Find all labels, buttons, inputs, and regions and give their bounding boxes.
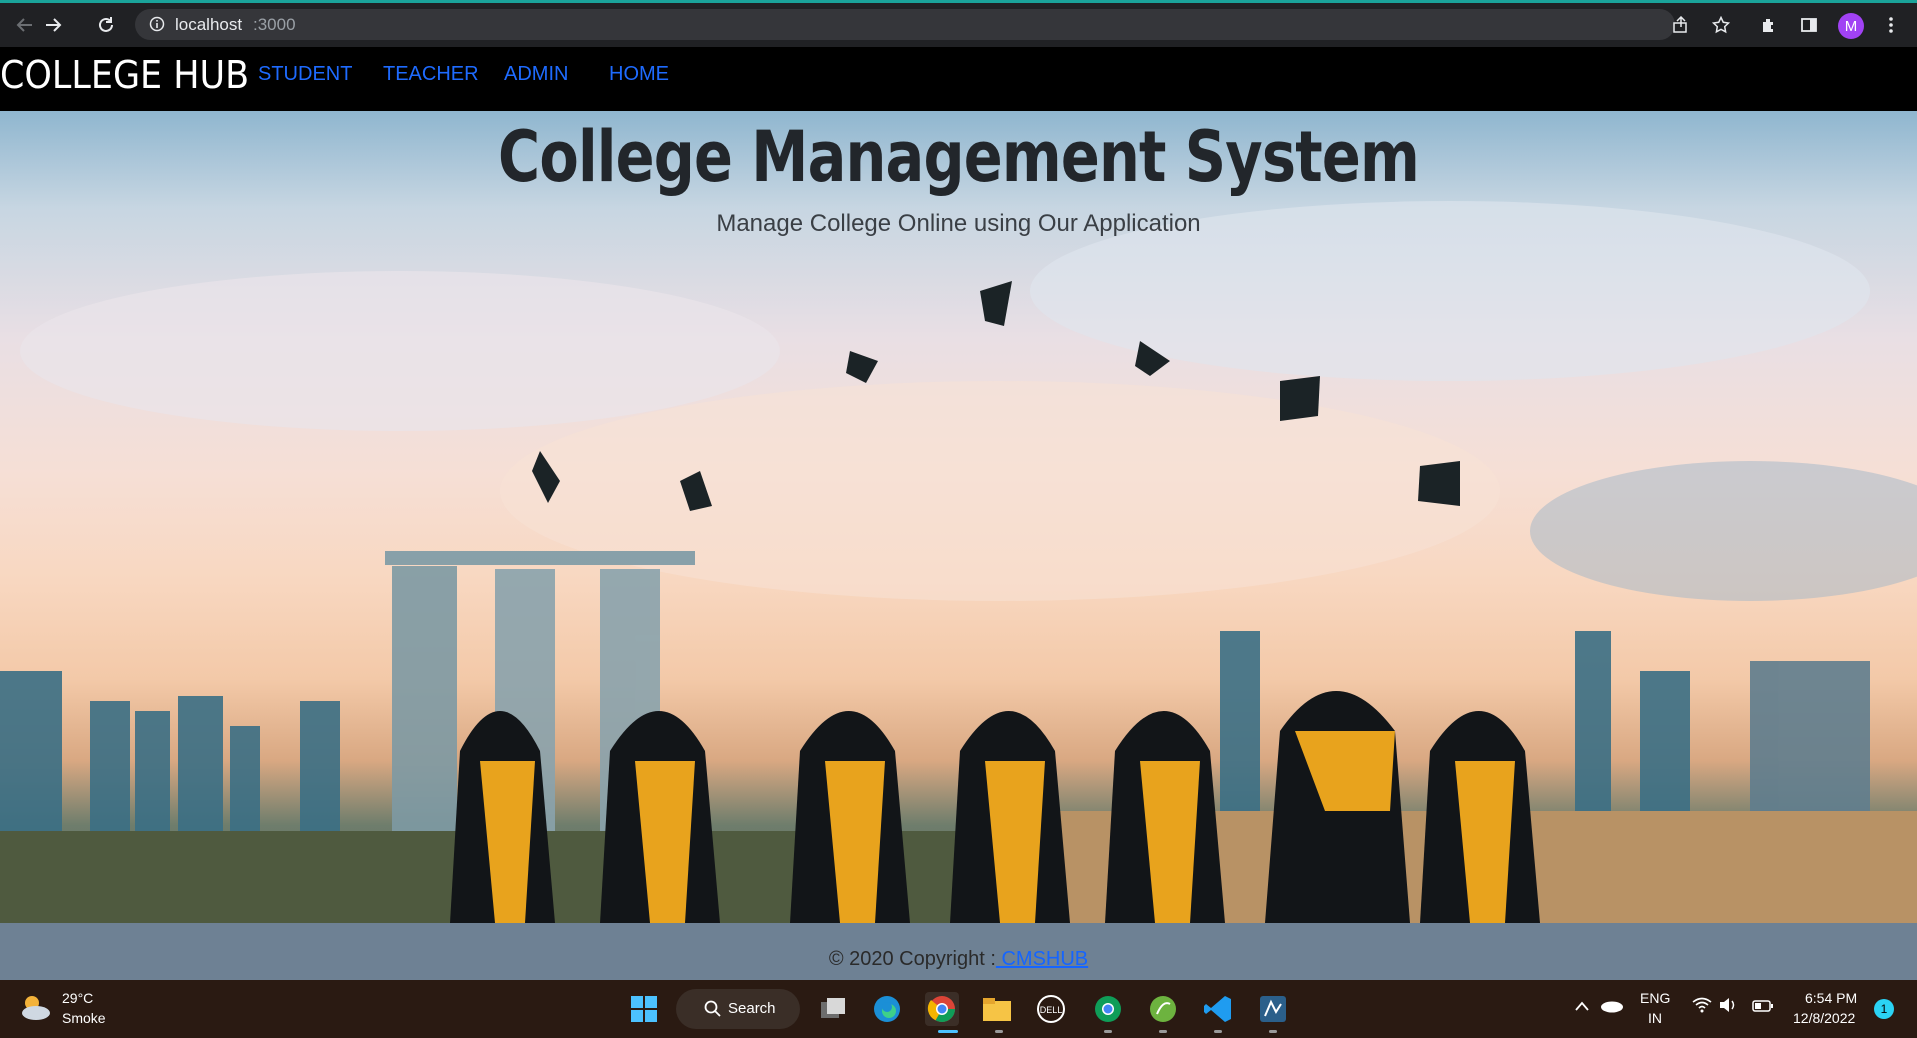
star-icon[interactable] xyxy=(1708,12,1734,38)
running-indicator xyxy=(1269,1030,1277,1033)
nav-student[interactable]: STUDENT xyxy=(258,63,352,86)
clock-date[interactable]: 12/8/2022 xyxy=(1793,1010,1855,1026)
spring-icon[interactable] xyxy=(1146,992,1180,1026)
vscode-icon[interactable] xyxy=(1201,992,1235,1026)
windows-taskbar: 29°C Smoke Search DELL ENG IN 6:54 PM 12… xyxy=(0,980,1917,1038)
chevron-up-icon[interactable] xyxy=(1574,999,1590,1017)
task-view-icon[interactable] xyxy=(816,992,850,1026)
running-indicator xyxy=(995,1030,1003,1033)
running-indicator xyxy=(1159,1030,1167,1033)
clock-time[interactable]: 6:54 PM xyxy=(1805,990,1857,1006)
battery-icon[interactable] xyxy=(1752,999,1774,1017)
chrome-dev-icon[interactable] xyxy=(1091,992,1125,1026)
info-icon[interactable] xyxy=(149,16,165,37)
reload-icon[interactable] xyxy=(93,12,119,38)
footer-link[interactable]: CMSHUB xyxy=(996,948,1088,970)
onedrive-icon[interactable] xyxy=(1600,997,1624,1018)
nav-admin[interactable]: ADMIN xyxy=(504,63,568,86)
url-host: localhost xyxy=(175,15,243,34)
address-bar[interactable]: localhost :3000 xyxy=(135,9,1675,40)
weather-icon[interactable] xyxy=(18,993,52,1028)
app-navbar: COLLEGE HUB STUDENT TEACHER ADMIN HOME xyxy=(0,47,1917,111)
url-port: :3000 xyxy=(253,15,296,34)
wifi-icon[interactable] xyxy=(1692,997,1712,1018)
menu-icon[interactable] xyxy=(1878,12,1904,38)
dell-icon[interactable]: DELL xyxy=(1034,992,1068,1026)
browser-toolbar: localhost :3000 M xyxy=(0,0,1917,47)
notification-badge[interactable]: 1 xyxy=(1874,999,1894,1019)
volume-icon[interactable] xyxy=(1718,997,1738,1018)
running-indicator xyxy=(1104,1030,1112,1033)
extensions-icon[interactable] xyxy=(1756,12,1782,38)
weather-temp[interactable]: 29°C xyxy=(62,990,93,1006)
hero-banner: College Management System Manage College… xyxy=(0,111,1917,923)
hero-subtitle: Manage College Online using Our Applicat… xyxy=(716,210,1201,237)
copyright-text: © 2020 Copyright : xyxy=(828,948,996,970)
nav-teacher[interactable]: TEACHER xyxy=(383,63,479,86)
file-explorer-icon[interactable] xyxy=(980,992,1014,1026)
active-indicator xyxy=(938,1030,958,1033)
forward-icon[interactable] xyxy=(40,12,66,38)
search-label: Search xyxy=(728,1000,776,1017)
chrome-icon[interactable] xyxy=(925,992,959,1026)
profile-avatar[interactable]: M xyxy=(1838,13,1864,39)
taskbar-search[interactable]: Search xyxy=(676,989,800,1029)
sidepanel-icon[interactable] xyxy=(1796,12,1822,38)
mysql-workbench-icon[interactable] xyxy=(1256,992,1290,1026)
svg-text:DELL: DELL xyxy=(1040,1005,1063,1015)
search-icon xyxy=(704,1000,721,1022)
back-icon[interactable] xyxy=(12,12,38,38)
hero-title: College Management System xyxy=(498,116,1420,198)
page-footer: © 2020 Copyright : CMSHUB xyxy=(0,923,1917,980)
weather-desc[interactable]: Smoke xyxy=(62,1010,106,1026)
footer-copyright: © 2020 Copyright : CMSHUB xyxy=(0,948,1917,971)
running-indicator xyxy=(1214,1030,1222,1033)
windows-start-icon[interactable] xyxy=(627,992,661,1026)
region-indicator[interactable]: IN xyxy=(1648,1010,1662,1026)
edge-icon[interactable] xyxy=(870,992,904,1026)
share-icon[interactable] xyxy=(1668,12,1694,38)
language-indicator[interactable]: ENG xyxy=(1640,990,1670,1006)
nav-home[interactable]: HOME xyxy=(609,63,669,86)
brand-logo[interactable]: COLLEGE HUB xyxy=(0,53,249,97)
